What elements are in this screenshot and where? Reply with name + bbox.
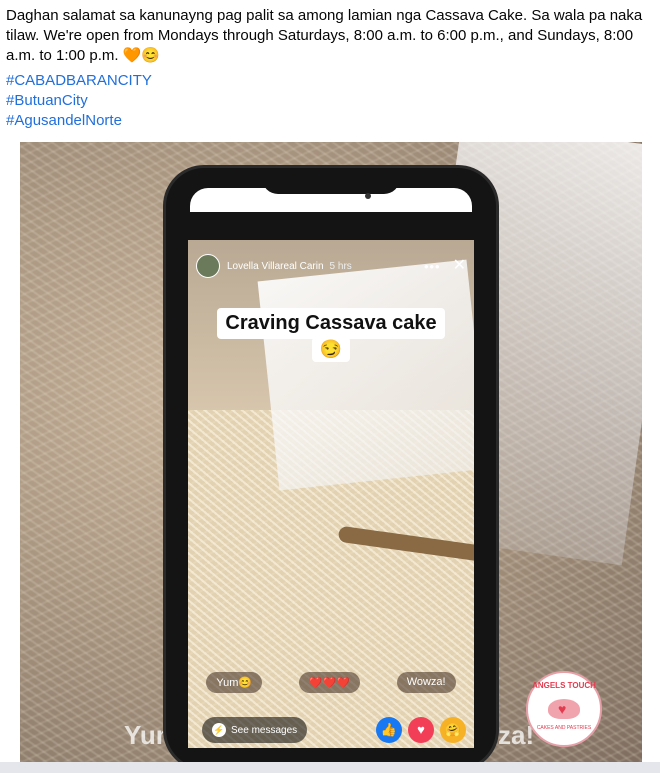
hashtag-agusandelnorte[interactable]: #AgusandelNorte <box>6 111 152 131</box>
story-sticker: Craving Cassava cake 😏 <box>200 308 462 362</box>
like-icon[interactable]: 👍 <box>376 717 402 743</box>
hashtag-cabadbarancity[interactable]: #CABADBARANCITY <box>6 71 152 91</box>
hashtag-butuancity[interactable]: #ButuanCity <box>6 91 152 111</box>
love-icon[interactable]: ♥ <box>408 717 434 743</box>
sticker-text: Craving Cassava cake <box>217 308 445 339</box>
see-messages-button[interactable]: ⚡ See messages <box>202 717 308 743</box>
story-time: 5 hrs <box>329 260 352 272</box>
story-header: Lovella Villareal Carin 5 hrs ••• ✕ <box>196 254 466 278</box>
phone-mockup: Lovella Villareal Carin 5 hrs ••• ✕ Crav… <box>166 168 496 768</box>
logo-top-text: ANGELS TOUCH <box>532 681 596 690</box>
avatar[interactable] <box>196 254 220 278</box>
bakery-logo: ANGELS TOUCH ♥ CAKES AND PASTRIES <box>526 671 602 747</box>
messenger-icon: ⚡ <box>212 723 226 737</box>
sticker-emoji: 😏 <box>311 337 351 362</box>
phone-notch <box>262 168 400 194</box>
quick-reply-hearts[interactable]: ❤️❤️❤️ <box>298 672 360 693</box>
care-icon[interactable]: 🤗 <box>440 717 466 743</box>
more-dots-icon[interactable]: ••• <box>424 259 441 274</box>
see-messages-label: See messages <box>231 724 298 736</box>
story-footer: ⚡ See messages 👍 ♥ 🤗 <box>188 712 474 748</box>
post-caption: Daghan salamat sa kanunayng pag palit sa… <box>6 6 654 66</box>
story-author[interactable]: Lovella Villareal Carin <box>227 261 324 272</box>
quick-reply-row: Yum😊 ❤️❤️❤️ Wowza! <box>188 672 474 693</box>
plastic-wrap-image <box>257 259 474 491</box>
hashtag-list: #CABADBARANCITY #ButuanCity #AgusandelNo… <box>6 71 152 131</box>
close-icon[interactable]: ✕ <box>453 258 466 274</box>
phone-camera <box>365 193 371 199</box>
quick-reply-yum[interactable]: Yum😊 <box>206 672 263 693</box>
caption-text: Daghan salamat sa kanunayng pag palit sa… <box>6 7 643 64</box>
feed-divider <box>0 762 660 773</box>
story-screen: Lovella Villareal Carin 5 hrs ••• ✕ Crav… <box>188 240 474 748</box>
logo-bottom-text: CAKES AND PASTRIES <box>536 725 592 731</box>
quick-reply-wowza[interactable]: Wowza! <box>396 672 456 693</box>
logo-heart-icon: ♥ <box>558 701 567 717</box>
